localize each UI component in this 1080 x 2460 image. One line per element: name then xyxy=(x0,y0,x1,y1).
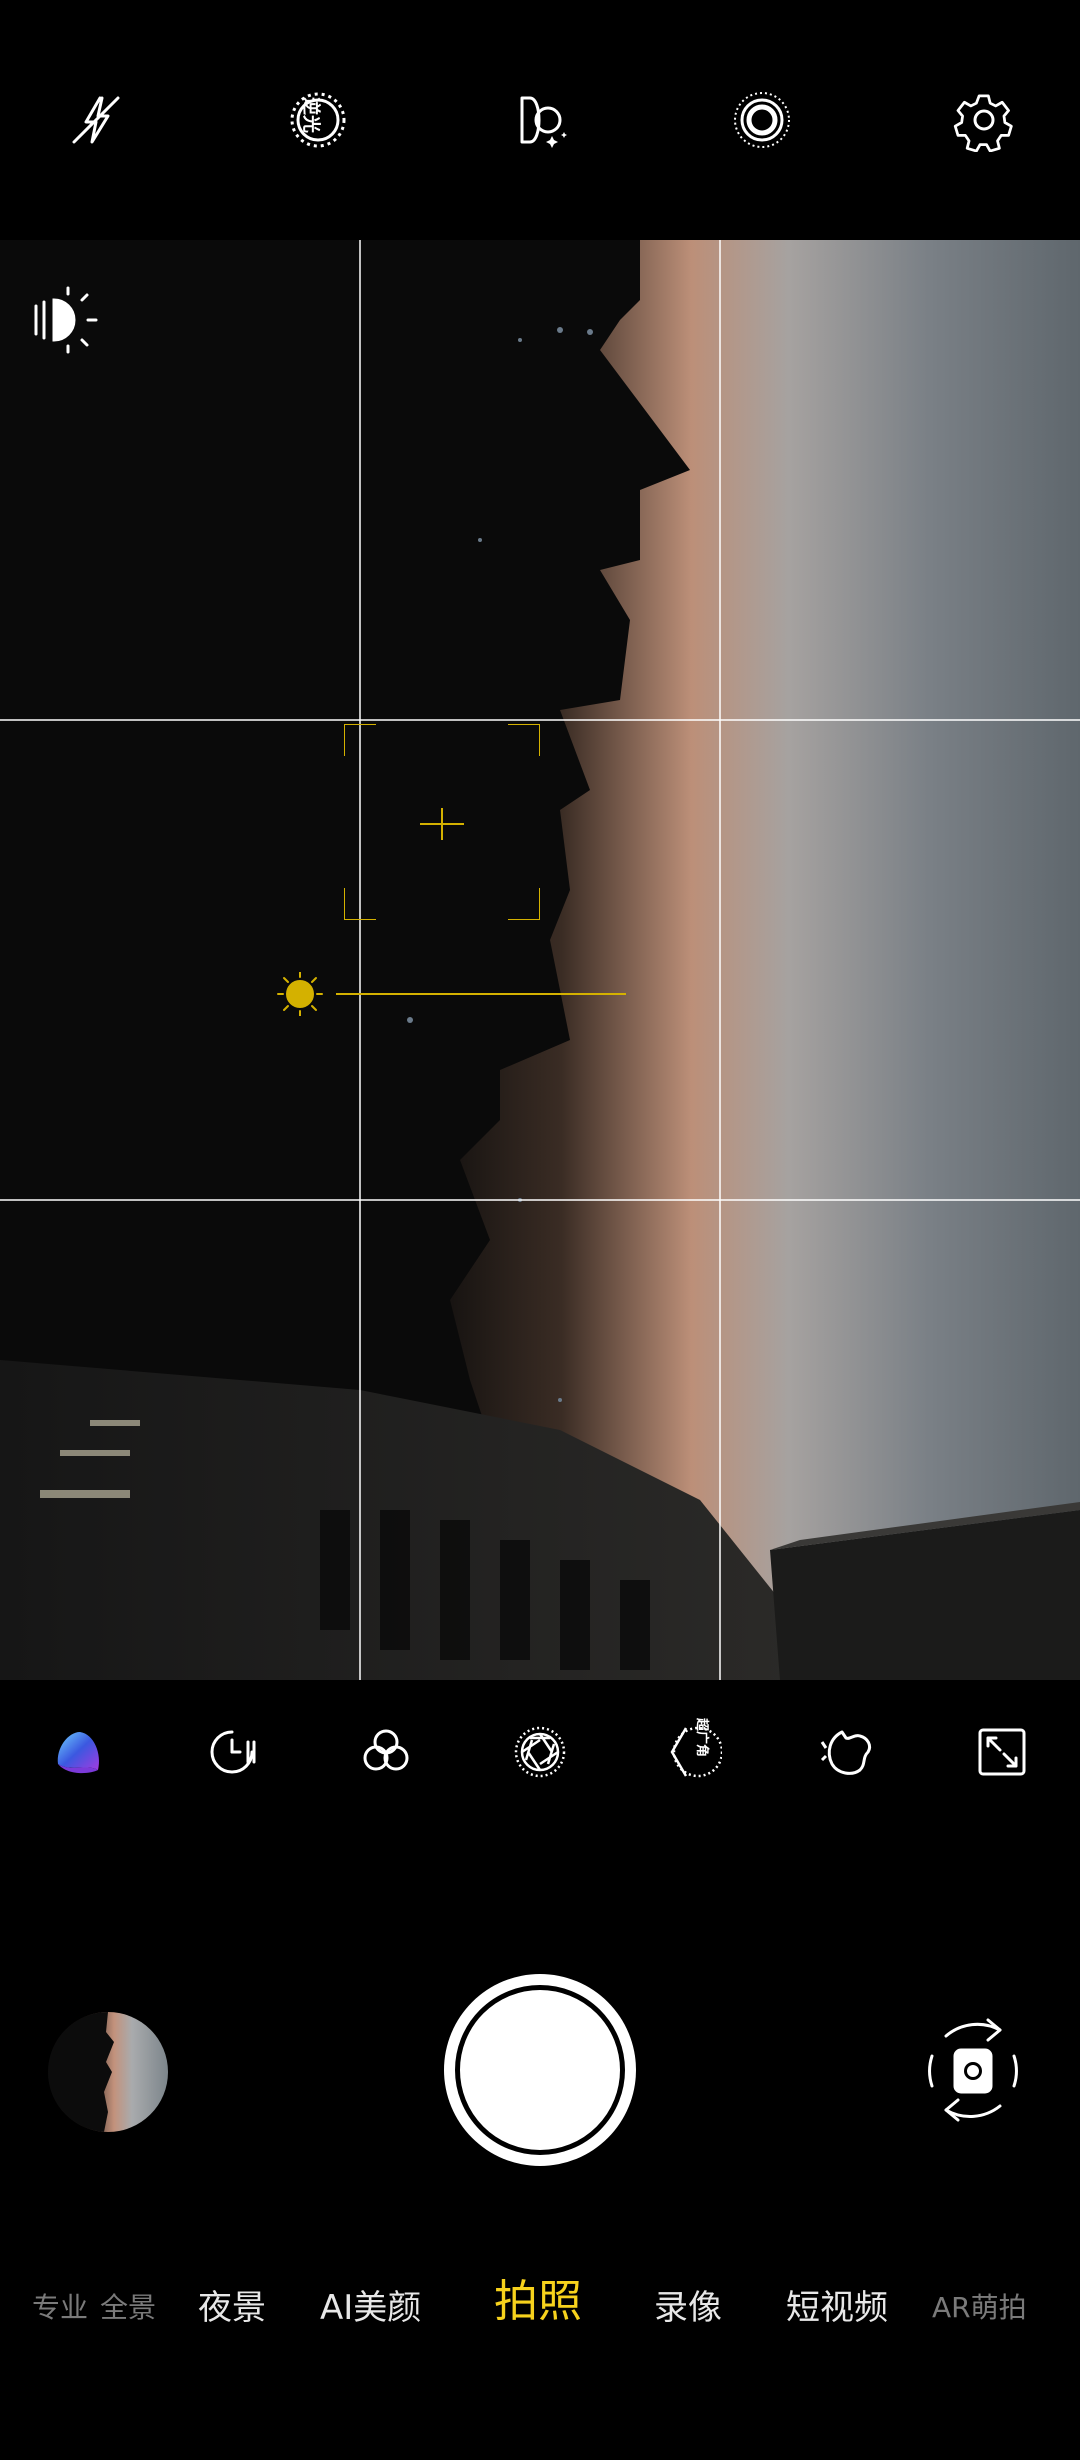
brightness-icon[interactable] xyxy=(32,284,104,356)
backlight-label: 逆光 xyxy=(300,97,321,133)
ai-color-icon[interactable] xyxy=(42,1716,114,1788)
ai-scene-icon[interactable] xyxy=(500,80,580,160)
backlight-hdr-icon[interactable]: 逆光 xyxy=(278,80,358,160)
beauty-icon[interactable] xyxy=(812,1716,884,1788)
scene-image xyxy=(0,240,1080,1680)
mode-ai-beauty[interactable]: AI美颜 xyxy=(320,2286,421,2330)
mode-pro[interactable]: 专业 xyxy=(32,2286,88,2330)
flash-off-icon[interactable] xyxy=(56,80,136,160)
mode-ar[interactable]: AR萌拍 xyxy=(932,2286,1027,2330)
filter-icon[interactable] xyxy=(350,1716,422,1788)
mode-short-video[interactable]: 短视频 xyxy=(786,2286,888,2330)
grid-line-h2 xyxy=(0,1199,1080,1201)
exposure-slider[interactable] xyxy=(266,971,626,1017)
live-photo-icon[interactable] xyxy=(722,80,802,160)
focus-indicator xyxy=(343,723,541,921)
ultra-wide-icon[interactable]: 超广角 xyxy=(658,1716,730,1788)
grid-line-v2 xyxy=(719,240,721,1680)
timer-icon[interactable] xyxy=(196,1716,268,1788)
mode-photo[interactable]: 拍照 xyxy=(494,2280,582,2324)
camera-viewfinder[interactable] xyxy=(0,240,1080,1680)
aperture-icon[interactable] xyxy=(504,1716,576,1788)
mode-panorama[interactable]: 全景 xyxy=(100,2286,156,2330)
ultra-wide-label: 超广角 xyxy=(694,1717,710,1758)
grid-line-h1 xyxy=(0,719,1080,721)
grid-line-v1 xyxy=(359,240,361,1680)
expand-icon[interactable] xyxy=(966,1716,1038,1788)
gallery-thumbnail[interactable] xyxy=(48,2012,168,2132)
shutter-inner xyxy=(455,1985,625,2155)
settings-icon[interactable] xyxy=(944,80,1024,160)
mode-night[interactable]: 夜景 xyxy=(198,2286,266,2330)
mode-video[interactable]: 录像 xyxy=(654,2286,722,2330)
switch-camera-icon[interactable] xyxy=(918,2010,1028,2130)
